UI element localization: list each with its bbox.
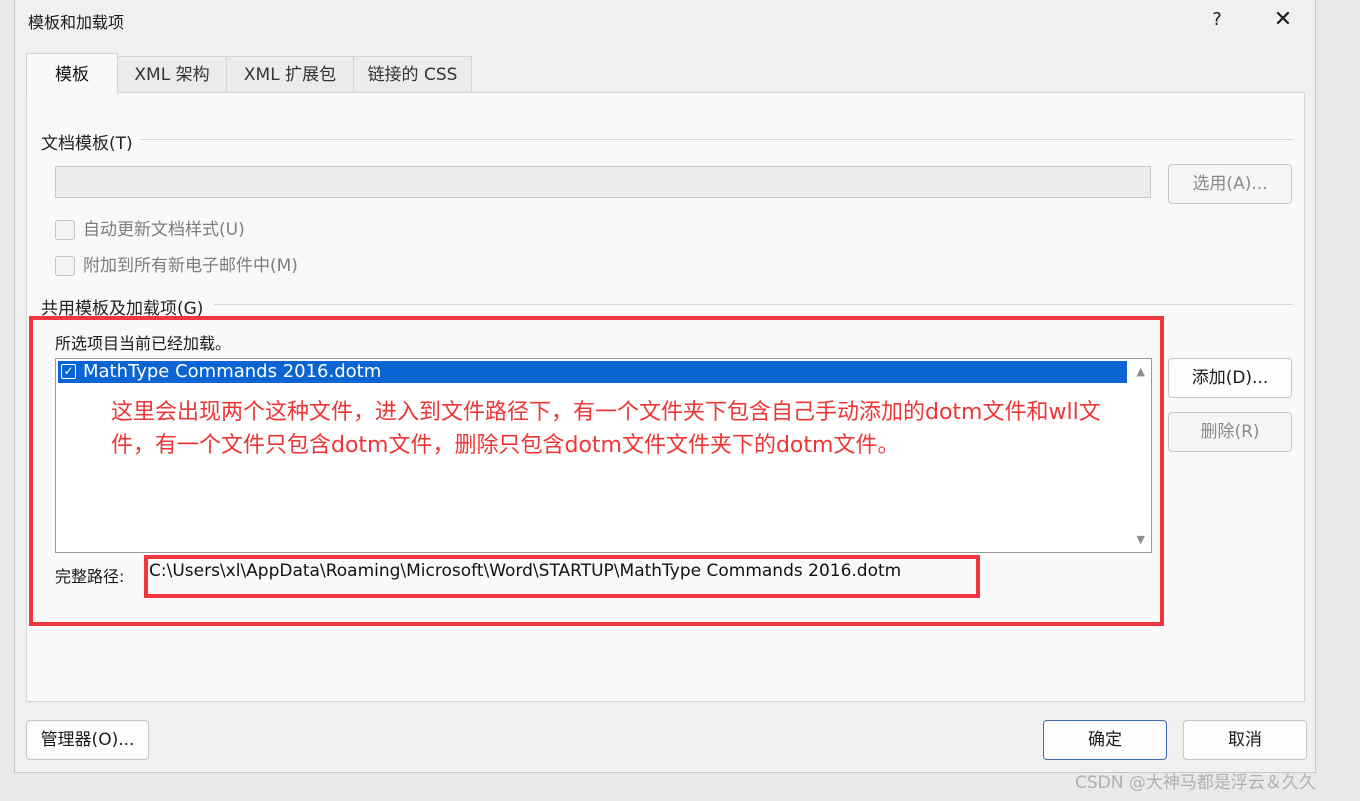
dialog-title: 模板和加载项 bbox=[28, 13, 125, 32]
tab-xml-schema[interactable]: XML 架构 bbox=[117, 56, 227, 93]
remove-button[interactable]: 删除(R) bbox=[1168, 412, 1292, 452]
document-template-label: 文档模板(T) bbox=[41, 134, 133, 154]
watermark: CSDN @大神马都是浮云＆久久 bbox=[1075, 773, 1316, 793]
close-button[interactable]: ✕ bbox=[1269, 6, 1297, 34]
tab-linked-css[interactable]: 链接的 CSS bbox=[353, 56, 472, 93]
auto-update-label: 自动更新文档样式(U) bbox=[83, 220, 245, 240]
ok-button[interactable]: 确定 bbox=[1043, 720, 1167, 760]
tab-templates[interactable]: 模板 bbox=[26, 53, 118, 94]
help-button[interactable]: ? bbox=[1203, 6, 1231, 34]
document-template-field[interactable] bbox=[55, 166, 1151, 198]
auto-update-styles-option[interactable]: 自动更新文档样式(U) bbox=[55, 215, 245, 240]
tab-xml-expansion-packs[interactable]: XML 扩展包 bbox=[226, 56, 354, 93]
organizer-button[interactable]: 管理器(O)... bbox=[26, 720, 149, 760]
cancel-button[interactable]: 取消 bbox=[1183, 720, 1307, 760]
auto-update-checkbox[interactable] bbox=[55, 220, 75, 240]
divider bbox=[214, 304, 1293, 305]
select-template-button[interactable]: 选用(A)... bbox=[1168, 164, 1292, 204]
attach-email-label: 附加到所有新电子邮件中(M) bbox=[83, 256, 298, 276]
attach-to-email-option[interactable]: 附加到所有新电子邮件中(M) bbox=[55, 251, 298, 276]
title-bar: 模板和加载项 ? ✕ bbox=[15, 0, 1315, 40]
attach-email-checkbox[interactable] bbox=[55, 256, 75, 276]
path-annotation-box bbox=[144, 555, 980, 598]
annotation-text: 这里会出现两个这种文件，进入到文件路径下，有一个文件夹下包含自己手动添加的dot… bbox=[111, 400, 1101, 458]
add-button[interactable]: 添加(D)... bbox=[1168, 358, 1292, 398]
divider bbox=[140, 139, 1293, 140]
